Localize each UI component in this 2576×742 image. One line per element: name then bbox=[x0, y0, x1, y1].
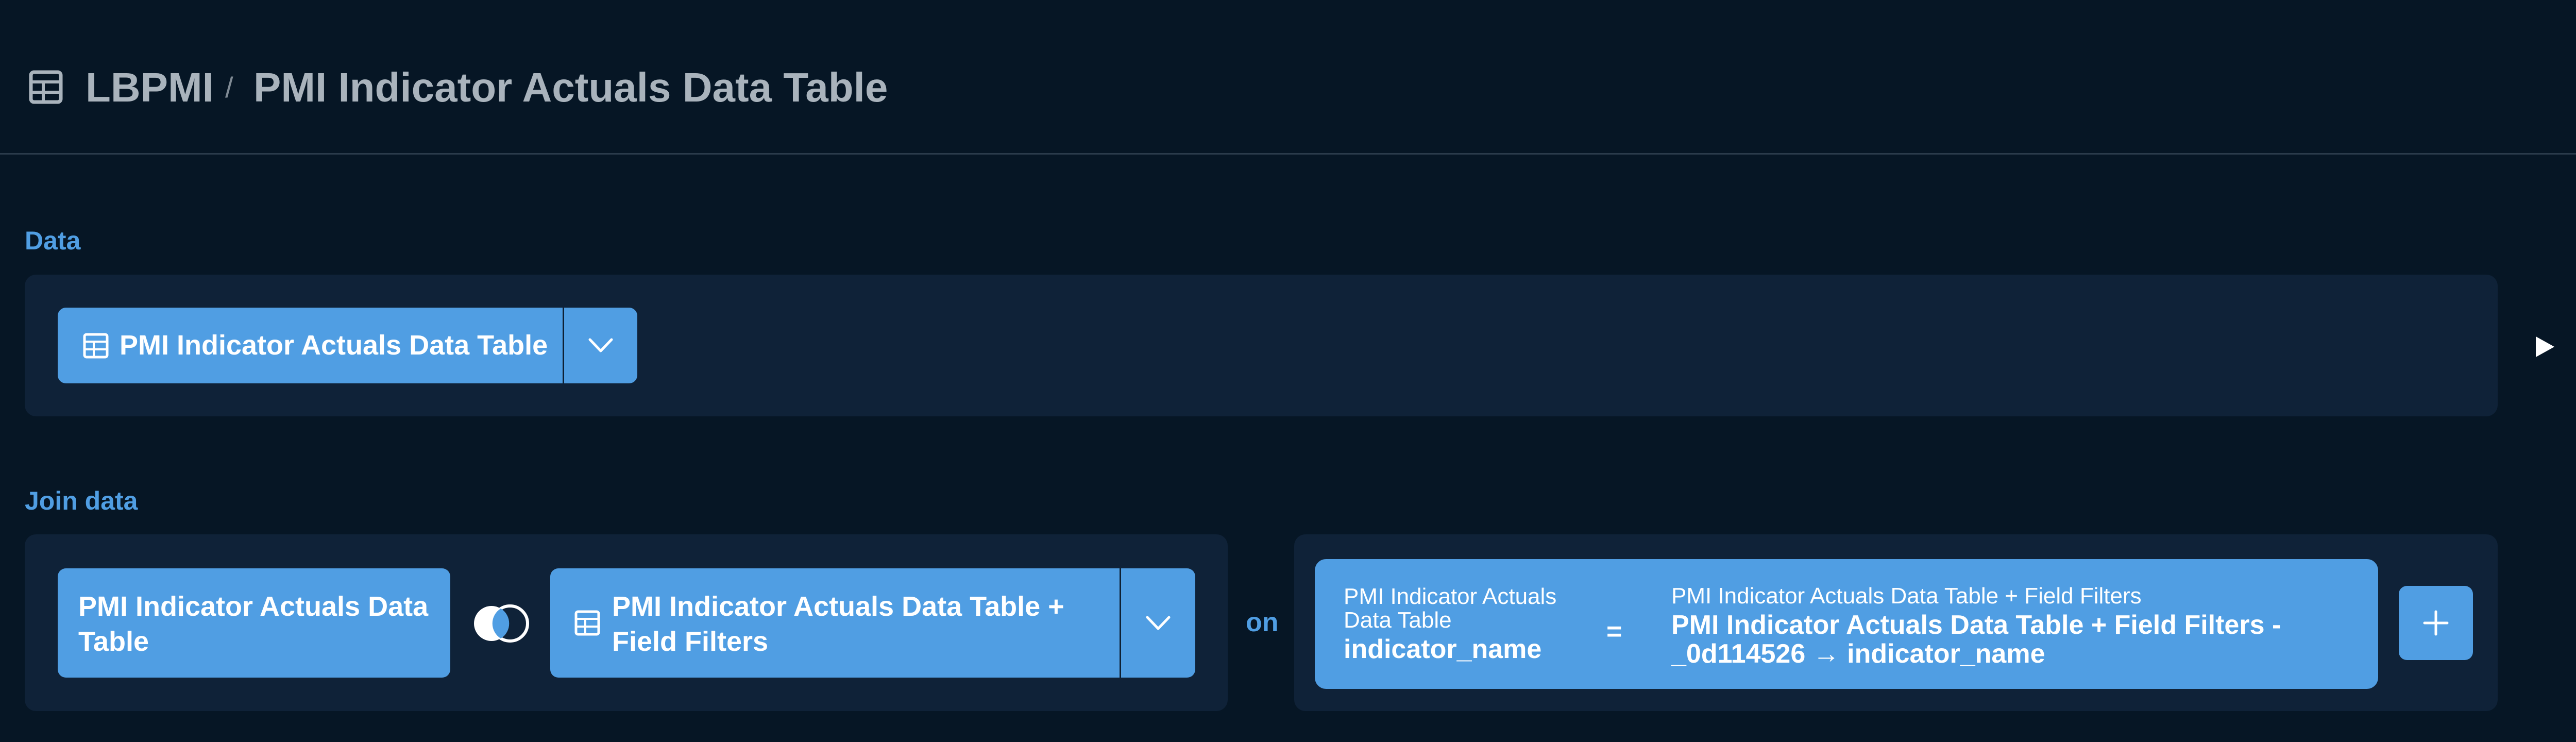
join-right-table-label: PMI Indicator Actuals Data Table + Field… bbox=[612, 591, 1064, 657]
condition-right-source: PMI Indicator Actuals Data Table + Field… bbox=[1671, 583, 2142, 609]
add-condition-button[interactable] bbox=[2399, 586, 2473, 660]
join-right-table-dropdown-toggle[interactable] bbox=[1121, 568, 1195, 678]
breadcrumb-database[interactable]: LBPMI bbox=[86, 62, 214, 113]
plus-icon bbox=[2423, 610, 2449, 636]
query-header: LBPMI / PMI Indicator Actuals Data Table bbox=[0, 0, 2576, 155]
data-source-picker[interactable]: PMI Indicator Actuals Data Table bbox=[58, 308, 637, 383]
join-left-table-label: PMI Indicator Actuals Data Table bbox=[78, 591, 429, 657]
data-source-label: PMI Indicator Actuals Data Table bbox=[120, 330, 548, 361]
join-right-table-button[interactable]: PMI Indicator Actuals Data Table + Field… bbox=[550, 568, 1121, 678]
notebook-editor: LBPMI / PMI Indicator Actuals Data Table… bbox=[0, 0, 2576, 742]
join-left-table[interactable]: PMI Indicator Actuals Data Table bbox=[58, 568, 450, 678]
condition-left-field[interactable]: indicator_name bbox=[1344, 632, 1541, 666]
table-icon bbox=[29, 70, 63, 104]
data-source-button[interactable]: PMI Indicator Actuals Data Table bbox=[58, 308, 564, 383]
data-source-dropdown-toggle[interactable] bbox=[564, 308, 637, 383]
play-icon[interactable] bbox=[2534, 334, 2556, 359]
join-left-outer-icon[interactable] bbox=[469, 603, 533, 644]
breadcrumb-separator: / bbox=[225, 71, 233, 104]
chevron-down-icon bbox=[1146, 616, 1171, 630]
join-on-label: on bbox=[1246, 608, 1279, 637]
condition-left-source: PMI Indicator Actuals Data Table bbox=[1344, 584, 1557, 633]
data-section-label: Data bbox=[25, 226, 81, 255]
table-icon bbox=[574, 610, 600, 636]
breadcrumb-table[interactable]: PMI Indicator Actuals Data Table bbox=[253, 62, 888, 113]
condition-operator[interactable]: = bbox=[1606, 615, 1622, 649]
condition-right-field[interactable]: PMI Indicator Actuals Data Table + Field… bbox=[1671, 611, 2362, 668]
join-condition[interactable]: PMI Indicator Actuals Data Table indicat… bbox=[1315, 559, 2378, 689]
table-icon bbox=[83, 333, 109, 359]
join-section-label: Join data bbox=[25, 486, 138, 515]
chevron-down-icon bbox=[588, 338, 613, 352]
join-right-table-picker[interactable]: PMI Indicator Actuals Data Table + Field… bbox=[550, 568, 1195, 678]
